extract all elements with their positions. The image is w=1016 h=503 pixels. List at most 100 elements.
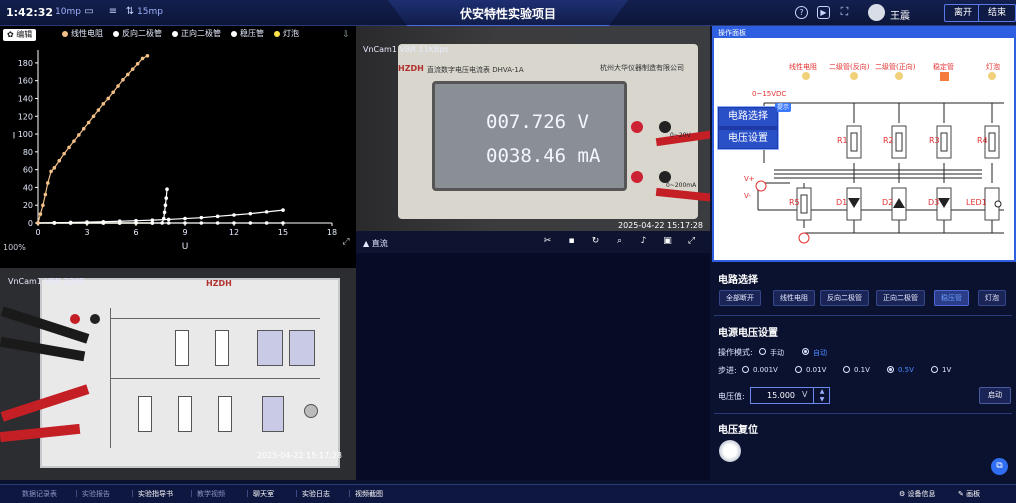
data-point (183, 221, 187, 225)
meter-voltage-reading: 007.726 V (486, 111, 589, 133)
step-001-radio[interactable] (795, 366, 802, 373)
menu-voltage-set[interactable]: 电压设置 (719, 130, 777, 148)
legend-item[interactable]: 正向二极管 (172, 29, 221, 38)
data-point (81, 126, 86, 131)
x-tick-label: 3 (84, 228, 89, 237)
bottom-link-1[interactable]: 实验报告 (82, 489, 110, 499)
circuit-btn-forward-diode[interactable]: 正向二极管 (876, 290, 925, 306)
data-point (165, 187, 169, 191)
bottom-link-5[interactable]: 实验日志 (302, 489, 330, 499)
label-led1: LED1 (966, 198, 987, 207)
step-0001-radio[interactable] (742, 366, 749, 373)
x-axis-label: U (182, 242, 189, 252)
cam2-label: VnCam1 VBR 22KB (8, 277, 85, 286)
y-tick-label: 160 (18, 77, 33, 86)
legend-label: 线性电阻 (71, 29, 103, 38)
monitor-icon[interactable]: ▭ (83, 6, 95, 18)
data-point (57, 158, 62, 163)
refresh-icon[interactable]: ↻ (590, 236, 601, 247)
volume-icon[interactable]: ♪ (638, 236, 649, 247)
legend-item[interactable]: 稳压管 (231, 29, 264, 38)
y-tick-label: 180 (18, 59, 33, 68)
circuit-btn-reverse-diode[interactable]: 反向二极管 (820, 290, 869, 306)
data-point (77, 133, 81, 137)
voltage-down-icon[interactable]: ▼ (813, 396, 830, 404)
step-1-radio[interactable] (931, 366, 938, 373)
legend-item[interactable]: 线性电阻 (62, 29, 103, 38)
bottom-separator (191, 490, 192, 497)
start-button[interactable]: 启动 (979, 387, 1011, 404)
circuit-btn-resistor[interactable]: 线性电阻 (773, 290, 815, 306)
end-button[interactable]: 结束 (978, 4, 1016, 22)
legend-label: 稳压管 (240, 29, 264, 38)
fullscreen-icon[interactable]: ⛶ (838, 6, 851, 19)
data-point (46, 181, 50, 185)
step-05-radio[interactable] (887, 366, 894, 373)
bottom-link-3[interactable]: 教学视频 (197, 489, 225, 499)
save-icon[interactable]: ▪ (566, 236, 577, 247)
pip-icon[interactable]: ▣ (662, 236, 673, 247)
zoom-icon[interactable]: ⌕ (614, 236, 625, 247)
chart-expand-icon: ⤢ (341, 237, 349, 247)
legend-item[interactable]: 反向二极管 (113, 29, 162, 38)
circuit-label-forward-diode: 二级管(正向) (875, 63, 916, 71)
record-icon[interactable]: ▶ (817, 6, 830, 19)
data-point (36, 221, 40, 225)
drawboard-link[interactable]: ✎ 画板 (958, 489, 980, 499)
bottom-link-0[interactable]: 数据记录表 (22, 489, 57, 499)
data-point (163, 203, 168, 208)
help-icon[interactable]: ? (795, 6, 808, 19)
data-point (215, 221, 220, 225)
data-point (67, 145, 71, 150)
data-point (72, 139, 76, 143)
label-r5: R5 (789, 198, 800, 207)
data-point (162, 210, 167, 215)
data-point (101, 102, 106, 106)
legend-dot (113, 30, 119, 37)
label-d2: D2 (882, 198, 894, 207)
legend-item[interactable]: 灯泡 (274, 29, 299, 38)
label-d1: D1 (836, 198, 848, 207)
data-point (62, 151, 66, 156)
bottom-link-2[interactable]: 实验指导书 (138, 489, 173, 499)
bottom-separator (76, 490, 77, 497)
data-point (121, 77, 125, 82)
menu-icon[interactable]: ≡ (107, 6, 119, 18)
data-point (106, 96, 111, 101)
mode-manual-radio[interactable] (759, 348, 766, 355)
circuit-label-resistor: 线性电阻 (789, 63, 817, 71)
step-01-radio[interactable] (843, 366, 850, 373)
cut-icon[interactable]: ✂ (542, 236, 553, 247)
drawboard-label: 画板 (966, 490, 981, 498)
voltage-up-icon[interactable]: ▲ (813, 388, 830, 396)
y-tick-label: 20 (23, 201, 33, 210)
bottom-link-4[interactable]: 聊天室 (253, 489, 274, 499)
circuit-board (40, 278, 340, 468)
bottom-link-6[interactable]: 视频截图 (355, 489, 383, 499)
legend-label: 正向二极管 (181, 29, 221, 38)
voltage-reset-button[interactable] (719, 440, 741, 462)
device-info-link[interactable]: ⚙ 设备信息 (899, 489, 936, 499)
circuit-btn-all-off[interactable]: 全部断开 (719, 290, 761, 306)
leave-button[interactable]: 离开 (944, 4, 983, 22)
camera-feed-meter[interactable] (356, 26, 710, 253)
voltage-unit: V (802, 390, 808, 399)
screenshot-fab-icon[interactable]: ⧉ (991, 458, 1008, 475)
network-rate: 15mp (137, 7, 163, 17)
circuit-btn-zener[interactable]: 稳压管 (934, 290, 969, 306)
bottom-separator (349, 490, 350, 497)
cam1-label: VnCam1 VBR 11KBps (363, 45, 449, 54)
menu-circuit-select[interactable]: 电路选择 (719, 108, 777, 126)
expand-icon[interactable]: ⤢ (686, 236, 697, 247)
avatar[interactable] (868, 4, 885, 21)
circuit-btn-lamp[interactable]: 灯泡 (978, 290, 1006, 306)
data-point (264, 221, 269, 225)
data-point (183, 216, 187, 221)
mode-auto-radio[interactable] (802, 348, 809, 355)
chart-edit-tag[interactable]: ✿ 编辑 (3, 29, 37, 41)
mode-label: 操作模式: (718, 348, 753, 357)
label-vminus: V- (744, 192, 751, 200)
iv-chart[interactable]: 0 3 6 9 12 15 18020406080100120140160180UI⇩⤢ (0, 26, 356, 268)
camera-feed-board[interactable] (0, 268, 356, 480)
data-point (52, 166, 57, 170)
